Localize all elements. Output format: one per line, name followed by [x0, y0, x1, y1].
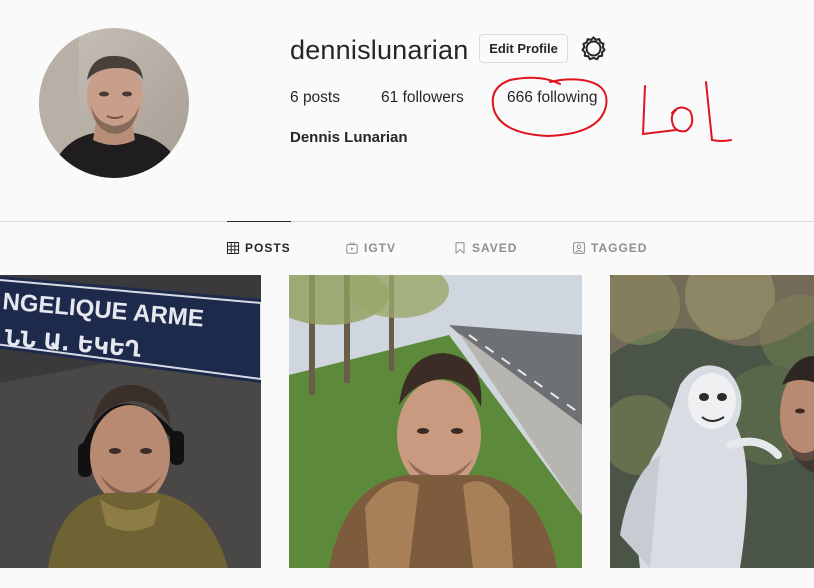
followers-count: 61	[381, 89, 399, 106]
tab-posts-label: POSTS	[245, 241, 291, 255]
gear-icon[interactable]	[580, 35, 607, 62]
following-count: 666	[507, 89, 533, 106]
followers-label: followers	[402, 89, 464, 106]
post-thumbnail[interactable]: NGELIQUE ARME ՆՆ Ա. ԵԿԵՂ	[0, 275, 261, 568]
post-thumbnail[interactable]	[289, 275, 582, 568]
bookmark-icon	[455, 242, 465, 254]
tab-posts[interactable]: POSTS	[227, 221, 291, 274]
followers-link[interactable]: 61 followers	[381, 88, 464, 108]
following-label: following	[537, 89, 598, 106]
tv-icon	[346, 242, 358, 254]
profile-avatar[interactable]	[39, 28, 189, 178]
profile-page: dennislunarian Edit Profile 6 posts 61 f…	[0, 0, 814, 588]
tab-igtv[interactable]: IGTV	[346, 222, 396, 274]
grid-bottom-spacer	[0, 568, 814, 588]
posts-count: 6	[290, 89, 299, 106]
tab-igtv-label: IGTV	[364, 241, 397, 255]
posts-label: posts	[302, 89, 340, 106]
edit-profile-button[interactable]: Edit Profile	[479, 34, 568, 63]
profile-full-name: Dennis Lunarian	[290, 129, 408, 146]
posts-count-stat: 6 posts	[290, 88, 340, 108]
post-thumbnail[interactable]	[610, 275, 814, 568]
tab-tagged-label: TAGGED	[591, 241, 648, 255]
tag-person-icon	[573, 242, 585, 254]
tab-saved[interactable]: SAVED	[454, 222, 517, 274]
tab-tagged[interactable]: TAGGED	[573, 222, 647, 274]
grid-icon	[227, 242, 239, 254]
tab-saved-label: SAVED	[472, 241, 518, 255]
profile-username: dennislunarian	[290, 35, 469, 65]
profile-divider	[0, 221, 814, 222]
following-link[interactable]: 666 following	[507, 88, 598, 108]
